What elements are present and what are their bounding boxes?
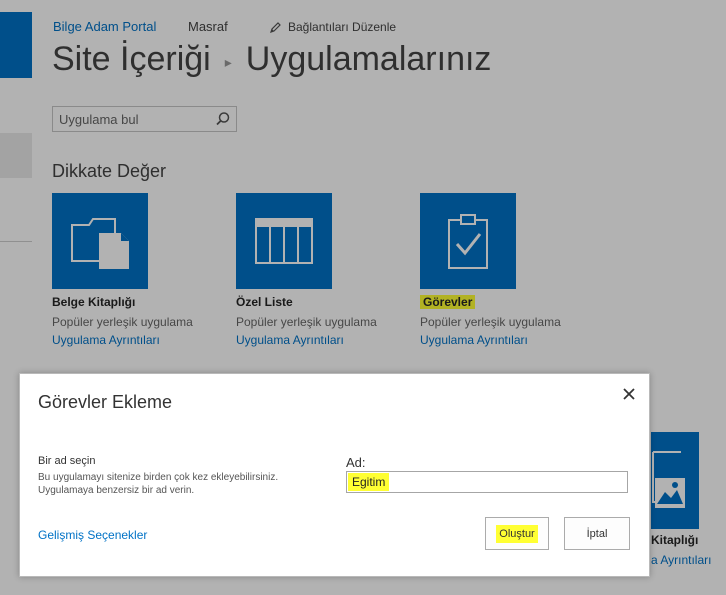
advanced-options-link[interactable]: Gelişmiş Seçenekler [38, 528, 147, 542]
name-field-label: Ad: [346, 455, 366, 470]
close-icon[interactable] [621, 386, 637, 402]
create-button-label: Oluştur [496, 524, 538, 543]
app-page: Bilge Adam Portal Masraf Bağlantıları Dü… [0, 0, 726, 595]
choose-name-label: Bir ad seçin [38, 455, 96, 467]
add-tasks-dialog: Görevler Ekleme Bir ad seçin Bu uygulama… [19, 373, 650, 577]
name-field-value[interactable]: Egitim [348, 473, 390, 491]
cancel-button[interactable]: İptal [564, 517, 630, 550]
create-button[interactable]: Oluştur [485, 517, 549, 550]
choose-name-help: Bu uygulamayı sitenize birden çok kez ek… [38, 472, 279, 496]
dialog-title: Görevler Ekleme [38, 392, 173, 412]
name-field[interactable]: Egitim [346, 471, 628, 493]
